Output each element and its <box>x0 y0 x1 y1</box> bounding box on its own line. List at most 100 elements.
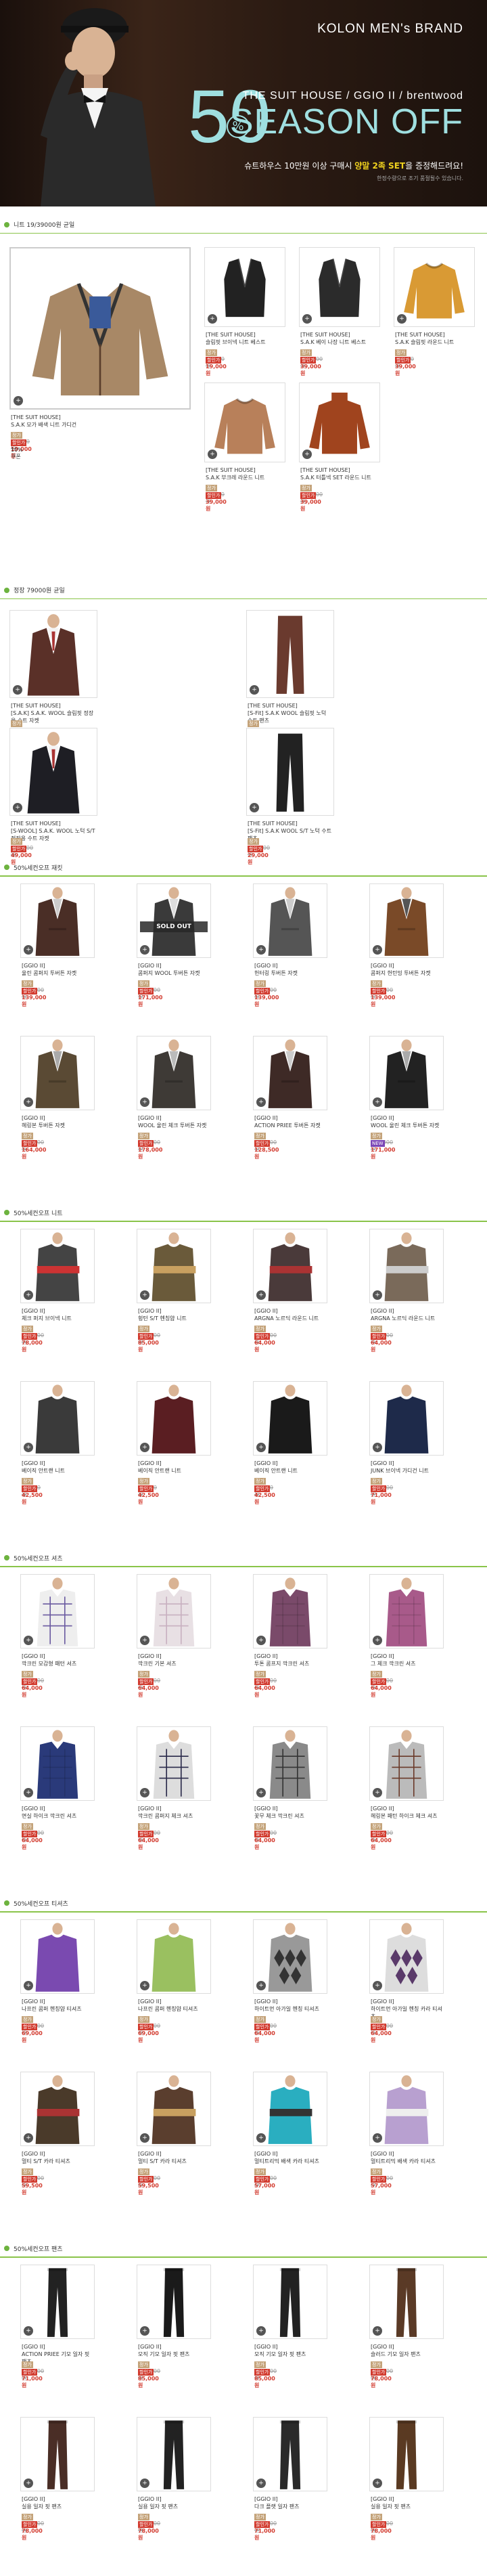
zoom-icon[interactable]: + <box>140 2133 149 2143</box>
zoom-icon[interactable]: + <box>140 1290 149 1300</box>
zoom-icon[interactable]: + <box>140 1636 149 1645</box>
zoom-icon[interactable]: + <box>140 1097 149 1107</box>
zoom-icon[interactable]: + <box>256 1290 266 1300</box>
product-image[interactable]: + <box>137 1229 211 1303</box>
product-name[interactable]: [GGIO II] 헌터링 투버튼 자켓 <box>254 962 326 977</box>
zoom-icon[interactable]: + <box>397 314 407 324</box>
zoom-icon[interactable]: + <box>208 314 217 324</box>
product-name[interactable]: [GGIO II] 꽃무 체크 깍크린 셔츠 <box>254 1805 326 1820</box>
product-image[interactable]: + <box>20 2265 95 2339</box>
zoom-icon[interactable]: + <box>256 2479 266 2488</box>
product-name[interactable]: [THE SUIT HOUSE] 슬림핏 브이넥 니트 베스트 <box>206 331 284 346</box>
product-name[interactable]: [GGIO II] 베이직 안트랜 니트 <box>254 1460 326 1475</box>
zoom-icon[interactable]: + <box>250 685 259 695</box>
product-name[interactable]: [THE SUIT HOUSE] S.A.K 모가 배색 니트 가디건 <box>11 414 189 429</box>
product-name[interactable]: [GGIO II] 체크 퍼지 브이넥 니트 <box>22 1307 93 1322</box>
product-name[interactable]: [GGIO II] 헤링본 투버튼 자켓 <box>22 1114 93 1129</box>
zoom-icon[interactable]: + <box>208 450 217 459</box>
product-name[interactable]: [THE SUIT HOUSE] S.A.K 터틀넥 SET 라운드 니트 <box>300 466 379 481</box>
product-image[interactable]: + <box>369 1381 444 1456</box>
product-name[interactable]: [GGIO II] WOOL 울린 체크 투버튼 자켓 <box>371 1114 442 1129</box>
zoom-icon[interactable]: + <box>373 1290 382 1300</box>
product-image[interactable]: + <box>20 1381 95 1456</box>
product-image[interactable]: + <box>137 2072 211 2146</box>
product-name[interactable]: [GGIO II] 나프린 콤퍼 헨칭얌 티셔츠 <box>138 1998 210 2013</box>
product-image[interactable]: + <box>299 383 380 462</box>
product-image[interactable]: + <box>253 2417 327 2491</box>
product-name[interactable]: [THE SUIT HOUSE] S.A.K 슬림핏 라운드 니트 <box>395 331 473 346</box>
product-name[interactable]: [GGIO II] 투톤 콤프지 깍크린 셔츠 <box>254 1653 326 1667</box>
product-image[interactable]: + <box>253 883 327 958</box>
zoom-icon[interactable]: + <box>373 2326 382 2336</box>
product-image[interactable]: + <box>369 883 444 958</box>
product-image[interactable]: + <box>253 1381 327 1456</box>
product-image[interactable]: + <box>20 1726 95 1801</box>
zoom-icon[interactable]: + <box>373 2133 382 2143</box>
product-image[interactable]: + <box>253 1229 327 1303</box>
product-image[interactable]: + <box>137 1381 211 1456</box>
product-name[interactable]: [GGIO II] 모직 기모 일자 핏 팬츠 <box>138 2343 210 2358</box>
product-image[interactable]: + <box>20 883 95 958</box>
zoom-icon[interactable]: + <box>373 1788 382 1797</box>
product-image[interactable]: + <box>137 1036 211 1110</box>
zoom-icon[interactable]: + <box>24 945 33 955</box>
product-name[interactable]: [GGIO II] ACTION PRIEE 투버튼 자켓 <box>254 1114 326 1129</box>
product-name[interactable]: [GGIO II] 멀티 S/T 카라 티셔츠 <box>22 2150 93 2165</box>
product-image[interactable]: + <box>137 1919 211 1994</box>
product-image[interactable]: + <box>246 610 334 698</box>
zoom-icon[interactable]: + <box>373 1636 382 1645</box>
product-image[interactable]: + <box>253 1036 327 1110</box>
zoom-icon[interactable]: + <box>24 1290 33 1300</box>
product-image[interactable]: + <box>253 2072 327 2146</box>
product-name[interactable]: [THE SUIT HOUSE] S.A.K 부크레 라운드 니트 <box>206 466 284 481</box>
product-image[interactable]: + <box>137 1574 211 1649</box>
zoom-icon[interactable]: + <box>24 1981 33 1990</box>
zoom-icon[interactable]: + <box>140 2326 149 2336</box>
zoom-icon[interactable]: + <box>256 1981 266 1990</box>
product-image[interactable]: + <box>299 247 380 327</box>
product-name[interactable]: [GGIO II] 면실 하이크 깍크린 셔츠 <box>22 1805 93 1820</box>
product-name[interactable]: [GGIO II] 다크 플랫 일자 팬츠 <box>254 2495 326 2510</box>
zoom-icon[interactable]: + <box>302 450 312 459</box>
zoom-icon[interactable]: + <box>24 2479 33 2488</box>
zoom-icon[interactable]: + <box>140 1443 149 1452</box>
zoom-icon[interactable]: + <box>256 1788 266 1797</box>
product-image[interactable]: + <box>369 1229 444 1303</box>
product-name[interactable]: [GGIO II] 슬러드 기모 일자 팬츠 <box>371 2343 442 2358</box>
product-name[interactable]: [GGIO II] 하이트먼 아가일 헨칭 티셔츠 <box>254 1998 326 2013</box>
zoom-icon[interactable]: + <box>256 1636 266 1645</box>
product-image[interactable]: + <box>246 728 334 816</box>
zoom-icon[interactable]: + <box>140 2479 149 2488</box>
product-name[interactable]: [GGIO II] 헤링본 패턴 하이크 체크 셔츠 <box>371 1805 442 1820</box>
product-name[interactable]: [GGIO II] ARGNA 노르딕 라운드 니트 <box>254 1307 326 1322</box>
product-image[interactable]: + <box>253 1726 327 1801</box>
zoom-icon[interactable]: + <box>373 2479 382 2488</box>
product-name[interactable]: [GGIO II] 베이직 안트랜 니트 <box>22 1460 93 1475</box>
product-image[interactable]: + <box>369 2417 444 2491</box>
product-image[interactable]: + <box>369 1574 444 1649</box>
zoom-icon[interactable]: + <box>256 1443 266 1452</box>
zoom-icon[interactable]: + <box>24 1097 33 1107</box>
zoom-icon[interactable]: + <box>24 2133 33 2143</box>
zoom-icon[interactable]: + <box>24 2326 33 2336</box>
product-name[interactable]: [GGIO II] 실용 일자 핏 팬츠 <box>22 2495 93 2510</box>
zoom-icon[interactable]: + <box>14 396 23 406</box>
zoom-icon[interactable]: + <box>24 1443 33 1452</box>
product-image[interactable]: + <box>20 2072 95 2146</box>
product-name[interactable]: [GGIO II] WOOL 울린 체크 투버튼 자켓 <box>138 1114 210 1129</box>
product-name[interactable]: [GGIO II] ARGNA 노르딕 라운드 니트 <box>371 1307 442 1322</box>
product-name[interactable]: [GGIO II] 그 체크 깍크린 셔츠 <box>371 1653 442 1667</box>
zoom-icon[interactable]: + <box>373 1097 382 1107</box>
product-image[interactable]: + <box>9 247 191 410</box>
product-image[interactable]: + <box>369 1726 444 1801</box>
zoom-icon[interactable]: + <box>250 803 259 812</box>
zoom-icon[interactable]: + <box>256 2326 266 2336</box>
zoom-icon[interactable]: + <box>24 1788 33 1797</box>
product-name[interactable]: [GGIO II] 울린 콤퍼지 투버튼 자켓 <box>22 962 93 977</box>
product-name[interactable]: [GGIO II] 모직 기모 일자 핏 팬츠 <box>254 2343 326 2358</box>
product-image[interactable]: + <box>204 247 285 327</box>
product-image[interactable]: + <box>253 2265 327 2339</box>
zoom-icon[interactable]: + <box>13 685 22 695</box>
product-name[interactable]: [GGIO II] 콤퍼지 헌턴밍 투버튼 자켓 <box>371 962 442 977</box>
product-image[interactable]: + SOLD OUT <box>137 883 211 958</box>
